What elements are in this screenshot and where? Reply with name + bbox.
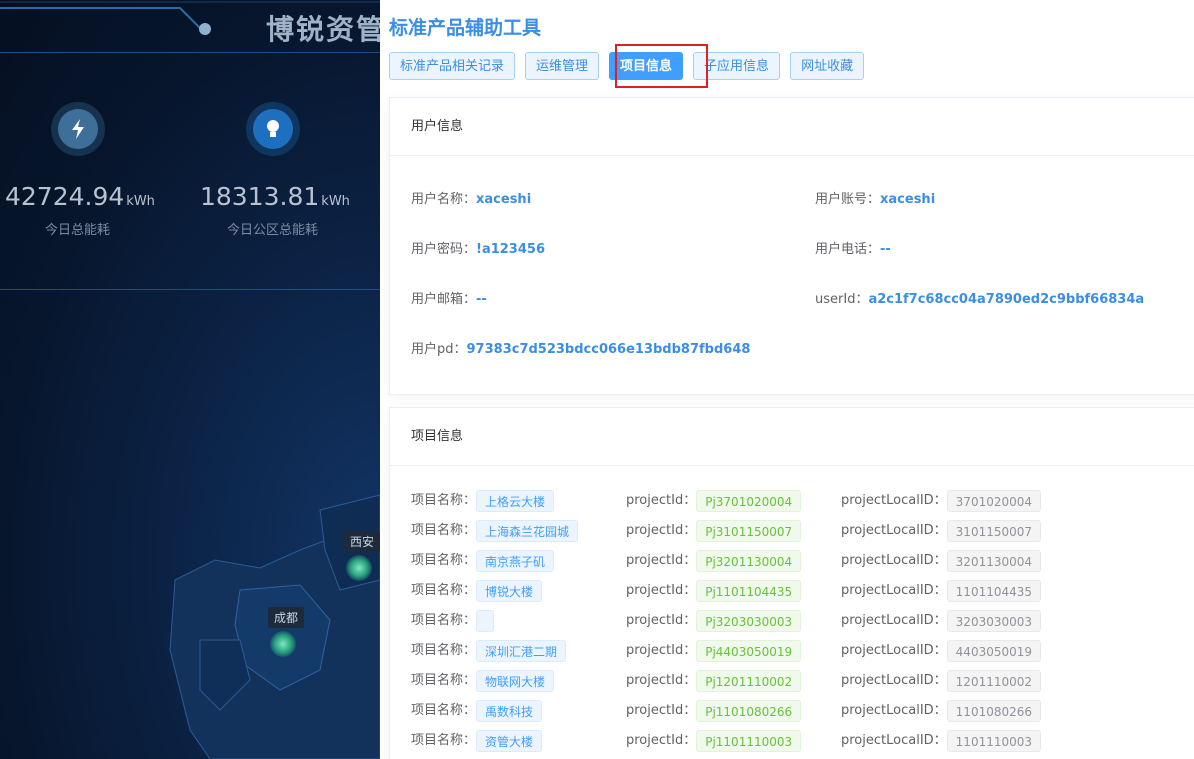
tab-subapp-info[interactable]: 子应用信息: [693, 52, 781, 80]
tab-product-records[interactable]: 标准产品相关记录: [389, 52, 516, 80]
project-name-tag: 博锐大楼: [476, 579, 543, 602]
project-id-tag: Pj1101110003: [696, 729, 802, 752]
dashboard-background: 博锐资管 42724.94 kWh 今日总能耗 18313.81 kWh 今日公区总…: [0, 0, 380, 759]
field-user-phone: 用户电话：--: [815, 242, 891, 257]
project-name-tag: 南京燕子矶: [476, 549, 555, 572]
project-name-tag: 物联网大楼: [476, 669, 555, 692]
stat-label: 今日总能耗: [44, 223, 110, 238]
field-user-id: userId：a2c1f7c68cc04a7890ed2c9bbf66834a: [815, 292, 1145, 307]
project-id-tag: Pj1101104435: [696, 579, 802, 602]
user-info-card: 用户信息 用户名称：xaceshi 用户账号：xaceshi 用户密码：!a12…: [389, 97, 1194, 395]
stat-label: 今日公区总能耗: [226, 223, 318, 238]
project-name-tag: 上格云大楼: [476, 489, 555, 512]
project-id-tag: Pj3201130004: [696, 549, 802, 572]
project-info-card: 项目信息 项目名称： 上格云大楼 projectId： Pj3701020004 p…: [389, 407, 1194, 759]
project-local-id-tag: 3701020004: [946, 489, 1042, 512]
project-local-id-tag: 3203030003: [946, 609, 1042, 632]
stat-unit: kWh: [321, 194, 350, 209]
lightbulb-icon: [252, 109, 293, 149]
user-info-header: 用户信息: [390, 98, 1194, 156]
drawer-title: 标准产品辅助工具: [389, 17, 542, 39]
stat-total-energy: 42724.94 kWh 今日总能耗: [5, 102, 155, 238]
field-user-pd: 用户pd：97383c7d523bdcc066e13bdb87fbd648: [411, 342, 751, 357]
stat-unit: kWh: [126, 194, 155, 209]
project-local-id-tag: 3101150007: [946, 519, 1042, 542]
tab-ops-management[interactable]: 运维管理: [525, 52, 600, 80]
dashboard-title: 博锐资管: [266, 13, 380, 46]
project-name-tag: 深圳汇港二期: [476, 639, 567, 662]
project-local-id-tag: 4403050019: [946, 639, 1042, 662]
field-user-account: 用户账号：xaceshi: [815, 192, 936, 207]
project-local-id-tag: 1101104435: [946, 579, 1042, 602]
field-user-email: 用户邮箱：--: [411, 292, 487, 307]
tab-project-info[interactable]: 项目信息: [609, 52, 684, 80]
field-user-password: 用户密码：!a123456: [411, 242, 545, 257]
stat-value: 42724.94: [5, 182, 125, 211]
project-id-tag: Pj3203030003: [696, 609, 802, 632]
project-id-tag: Pj1201110002: [696, 669, 802, 692]
city-marker-xian[interactable]: [346, 555, 372, 581]
project-local-id-tag: 3201130004: [946, 549, 1042, 572]
city-marker-chengdu[interactable]: [270, 631, 296, 657]
project-id-tag: Pj3701020004: [696, 489, 802, 512]
project-id-tag: Pj4403050019: [696, 639, 802, 662]
tab-bar: 标准产品相关记录 运维管理 项目信息 子应用信息 网址收藏: [389, 52, 874, 80]
project-name-tag: 上海森兰花园城: [476, 519, 579, 542]
field-user-name: 用户名称：xaceshi: [411, 192, 532, 207]
city-label-chengdu: 成都: [268, 607, 305, 628]
tab-url-bookmarks[interactable]: 网址收藏: [790, 52, 865, 80]
region-map: [169, 494, 380, 759]
project-name-tag: 禹数科技: [476, 699, 543, 722]
project-id-tag: Pj1101080266: [696, 699, 802, 722]
city-label-xian: 西安: [344, 531, 380, 552]
project-name-tag: [476, 609, 495, 632]
lightning-icon: [57, 109, 98, 149]
stat-public-energy: 18313.81 kWh 今日公区总能耗: [200, 102, 350, 238]
project-info-header: 项目信息: [390, 408, 1194, 466]
project-id-tag: Pj3101150007: [696, 519, 802, 542]
project-name-tag: 资管大楼: [476, 729, 543, 752]
project-local-id-tag: 1101080266: [946, 699, 1042, 722]
stat-value: 18313.81: [200, 182, 320, 211]
project-local-id-tag: 1101110003: [946, 729, 1042, 752]
project-local-id-tag: 1201110002: [946, 669, 1042, 692]
tool-drawer: 标准产品辅助工具 标准产品相关记录 运维管理 项目信息 子应用信息 网址收藏 用…: [380, 0, 1194, 759]
